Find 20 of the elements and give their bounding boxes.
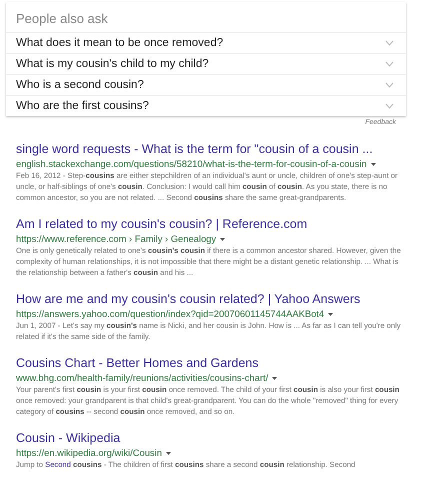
dropdown-arrow-icon[interactable]	[272, 376, 278, 380]
question-row[interactable]: What is my cousin's child to my child?	[6, 54, 406, 75]
result-url: english.stackexchange.com/questions/58210/what-is-the-term-for-cousin-of-a-cousin	[16, 158, 367, 170]
question-row[interactable]: Who are the first cousins?	[6, 96, 406, 116]
result-url: https://www.reference.com › Family › Genealogy	[16, 233, 216, 245]
result-title-link[interactable]: Cousin - Wikipedia	[16, 431, 120, 446]
question-row[interactable]: What does it mean to be once removed?	[6, 33, 406, 54]
result-url: https://answers.yahoo.com/question/index?qid=20070601145744AAKBot4	[16, 308, 324, 320]
dropdown-arrow-icon[interactable]	[166, 452, 171, 454]
result-title-link[interactable]: How are me and my cousin's cousin related? | Yahoo Answers	[16, 292, 360, 307]
result-url: https://en.wikipedia.org/wiki/Cousin	[16, 447, 162, 459]
dropdown-arrow-icon[interactable]	[370, 162, 376, 166]
result-url: www.bhg.com/health-family/reunions/activities/cousins-chart/	[16, 372, 268, 384]
result-title-link[interactable]: Cousins Chart - Better Homes and Gardens	[16, 356, 258, 371]
result-title-link[interactable]: single word requests - What is the term for "cousin of a cousin ...	[16, 142, 373, 157]
result-title-link[interactable]: Am I related to my cousin's cousin? | Reference.com	[16, 217, 308, 232]
panel-heading: People also ask	[16, 11, 108, 26]
dropdown-arrow-icon[interactable]	[220, 238, 226, 240]
question-row[interactable]: Who is a second cousin?	[6, 75, 406, 96]
dropdown-arrow-icon[interactable]	[328, 312, 334, 316]
